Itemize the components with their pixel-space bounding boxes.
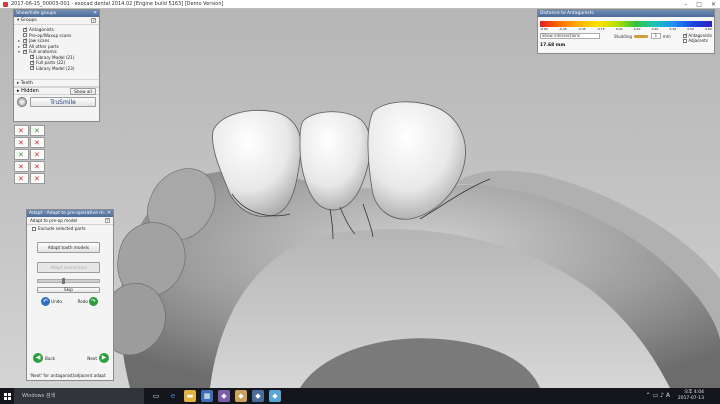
- maximize-button[interactable]: □: [696, 1, 702, 8]
- next-button[interactable]: Next ▶: [87, 353, 109, 363]
- store-icon[interactable]: ▦: [201, 390, 213, 402]
- checkbox[interactable]: [32, 226, 36, 231]
- windows-logo-icon: [3, 392, 11, 400]
- studding-input[interactable]: 1: [650, 33, 661, 39]
- view-top-tool[interactable]: ✕: [14, 149, 29, 160]
- view-lower-tool[interactable]: ✕: [30, 161, 45, 172]
- close-button[interactable]: ✕: [711, 1, 716, 8]
- hidden-label: ▸ Hidden: [17, 88, 39, 94]
- groups-panel: Show/hide groups ✕ ▾ Groups ? Antagonist…: [13, 9, 100, 122]
- checkbox[interactable]: [683, 38, 688, 43]
- window-title: 2017-06-15_00003-001 - exocad dental 201…: [11, 1, 224, 7]
- view-tool-strip: ✕ ✕ ✕ ✕ ✕ ✕ ✕ ✕ ✕ ✕: [14, 125, 45, 193]
- taskbar-search[interactable]: Windows 검색: [14, 388, 144, 404]
- trusmile-row: TruSmile: [14, 95, 99, 109]
- distance-panel: Distance to Antagonists -0.65 -0.45 -0.3…: [537, 9, 715, 54]
- trusmile-logo-icon: [17, 97, 27, 107]
- start-button[interactable]: [0, 388, 14, 404]
- system-tray-icons[interactable]: ⌃ ▭ ♪ A: [646, 392, 670, 399]
- adapt-connectors-button: Adapt connectors: [37, 262, 100, 273]
- unit-label: mm: [662, 33, 671, 39]
- checkbox[interactable]: [23, 33, 27, 38]
- checkbox[interactable]: [30, 54, 35, 60]
- adapt-tooth-models-button[interactable]: Adapt tooth models: [37, 242, 100, 253]
- file-explorer-icon[interactable]: ▬: [184, 390, 196, 402]
- trusmile-button[interactable]: TruSmile: [30, 97, 96, 107]
- undo-button[interactable]: ↶ Undo: [41, 297, 62, 306]
- adapt-subtitle: Adapt to pre-op model ?: [27, 217, 113, 225]
- adapt-panel-title: Adapt - Adapt to pre-operative m... ✕: [27, 210, 113, 217]
- exclude-parts-option[interactable]: Exclude selected parts: [27, 225, 113, 232]
- back-arrow-icon: ◀: [33, 353, 43, 363]
- exocad-app-icon: [3, 1, 8, 7]
- distance-panel-title: Distance to Antagonists: [538, 10, 714, 17]
- checkbox[interactable]: [23, 49, 28, 54]
- clock[interactable]: 오후 4:04 2017-07-13: [678, 390, 704, 402]
- studding-label: Studding: [614, 33, 632, 39]
- back-button[interactable]: ◀ Back: [33, 353, 55, 363]
- teeth-section-header[interactable]: ▸ Teeth: [14, 79, 99, 87]
- view-right-tool[interactable]: ✕: [30, 137, 45, 148]
- intersections-dropdown[interactable]: Show intersections: [540, 33, 600, 39]
- help-icon[interactable]: ?: [91, 18, 96, 23]
- checkbox[interactable]: [23, 27, 28, 32]
- checkbox[interactable]: [30, 65, 35, 71]
- windows-taskbar: Windows 검색 ▭ e ▬ ▦ ◆ ◆ ◆ ◆ ⌃ ▭ ♪ A 오후 4:…: [0, 388, 720, 404]
- close-icon[interactable]: ✕: [93, 10, 97, 17]
- exocad-icon[interactable]: ◆: [252, 390, 264, 402]
- view-left-tool[interactable]: ✕: [14, 137, 29, 148]
- view-upper-tool[interactable]: ✕: [14, 161, 29, 172]
- adapt-panel: Adapt - Adapt to pre-operative m... ✕ Ad…: [26, 209, 114, 381]
- checkbox[interactable]: [30, 60, 35, 65]
- checkbox[interactable]: [23, 43, 28, 49]
- redo-button[interactable]: Redo ↷: [77, 297, 98, 306]
- task-view-icon[interactable]: ▭: [150, 390, 162, 402]
- view-back-tool[interactable]: ✕: [30, 125, 45, 136]
- next-arrow-icon: ▶: [99, 353, 109, 363]
- app-icon[interactable]: ◆: [269, 390, 281, 402]
- slider-thumb[interactable]: [62, 278, 66, 284]
- studding-slider[interactable]: [633, 34, 648, 38]
- close-icon[interactable]: ✕: [107, 210, 111, 217]
- show-all-button[interactable]: Show all: [70, 87, 96, 95]
- view-reset-tool[interactable]: ✕: [30, 173, 45, 184]
- view-front-tool[interactable]: ✕: [14, 125, 29, 136]
- undo-icon: ↶: [41, 297, 50, 306]
- app-icon[interactable]: ◆: [218, 390, 230, 402]
- hint-text: 'Next' for antagonist/adjacent adapt: [30, 373, 106, 378]
- scale-labels: -0.65 -0.45 -0.35 -0.15 0.00 0.10 0.20 0…: [540, 27, 712, 31]
- adjacents-toggle[interactable]: Adjacents: [683, 38, 712, 43]
- skip-button[interactable]: Skip: [37, 287, 100, 293]
- checkbox[interactable]: [683, 33, 688, 38]
- view-occlusal-tool[interactable]: ✕: [14, 173, 29, 184]
- view-bottom-tool[interactable]: ✕: [30, 149, 45, 160]
- groups-panel-title: Show/hide groups ✕: [14, 10, 99, 17]
- distance-value: 17.68 mm: [540, 43, 566, 48]
- groups-tree: Antagonists Pre-op/Waxup scans ▸Jaw scan…: [14, 25, 99, 73]
- app-icon[interactable]: ◆: [235, 390, 247, 402]
- checkbox[interactable]: [23, 38, 28, 43]
- help-icon[interactable]: ?: [105, 218, 110, 223]
- minimize-button[interactable]: –: [684, 1, 687, 8]
- window-titlebar: 2017-06-15_00003-001 - exocad dental 201…: [0, 0, 720, 9]
- adapt-slider[interactable]: [37, 278, 100, 284]
- hidden-row: ▸ Hidden Show all: [14, 87, 99, 95]
- groups-section-header[interactable]: ▾ Groups ?: [14, 17, 99, 25]
- tree-item-library-23[interactable]: Library Model (23): [18, 65, 99, 72]
- redo-icon: ↷: [89, 297, 98, 306]
- edge-browser-icon[interactable]: e: [167, 390, 179, 402]
